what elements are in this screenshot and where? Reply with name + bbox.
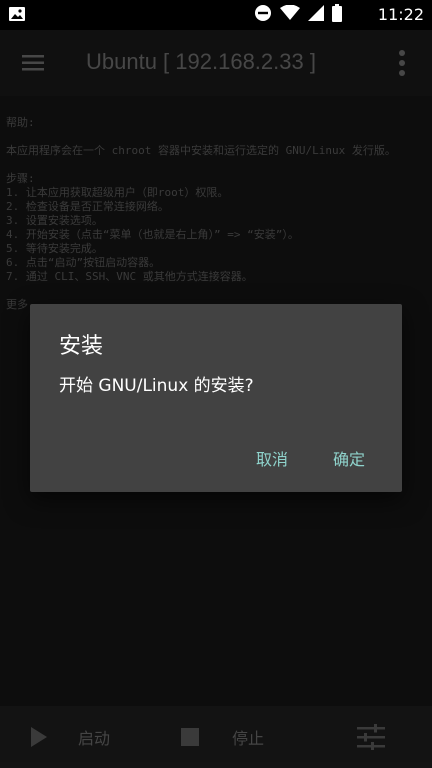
dialog-message: 开始 GNU/Linux 的安装?: [59, 376, 254, 396]
cancel-button[interactable]: 取消: [248, 442, 296, 474]
status-time: 11:22: [377, 5, 424, 24]
battery-icon: [332, 4, 342, 26]
wifi-icon: [280, 4, 300, 25]
image-notification-icon: [8, 6, 26, 22]
ok-button[interactable]: 确定: [325, 442, 373, 474]
dialog-title: 安装: [59, 334, 104, 359]
install-dialog: 安装 开始 GNU/Linux 的安装? 取消 确定: [30, 304, 402, 492]
do-not-disturb-icon: [254, 4, 272, 26]
cell-signal-icon: [308, 5, 324, 25]
status-bar: 11:22: [0, 0, 432, 30]
